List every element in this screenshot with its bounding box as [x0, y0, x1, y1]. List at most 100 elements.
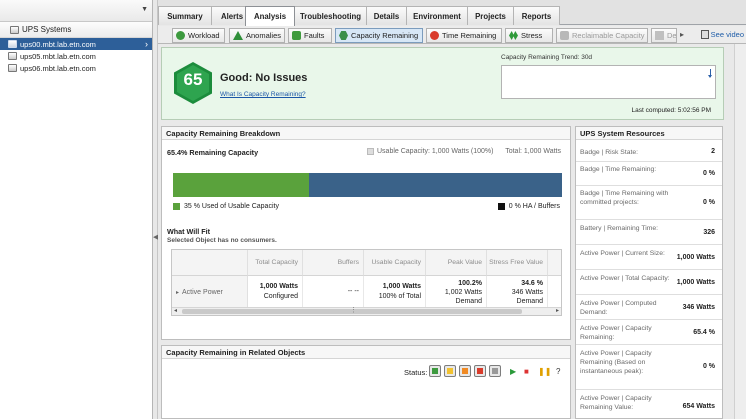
- capacity-hex-icon: [339, 31, 348, 40]
- density-icon: [655, 31, 664, 40]
- capacity-status-title: Good: No Issues: [220, 72, 308, 84]
- tab-projects[interactable]: Projects: [467, 6, 514, 25]
- resource-row: Active Power | Capacity Remaining (Based…: [576, 345, 722, 390]
- col-usable-capacity[interactable]: Usable Capacity: [364, 250, 426, 276]
- ups-system-resources-panel: UPS System Resources Badge | Risk State:…: [575, 126, 723, 419]
- ha-buffers-legend: 0 % HA / Buffers: [497, 203, 560, 210]
- table-header-filler: [548, 250, 561, 276]
- legend-swatch: [367, 148, 374, 155]
- tab-overflow-icon[interactable]: ▸: [680, 30, 684, 39]
- chevron-right-icon: ›: [145, 39, 148, 49]
- what-will-fit-note: Selected Object has no consumers.: [167, 237, 277, 244]
- details-pane: Summary Alerts Analysis Troubleshooting …: [158, 0, 746, 419]
- what-is-capacity-link[interactable]: What Is Capacity Remaining?: [220, 91, 306, 98]
- last-computed-time: Last computed: 5:02:56 PM: [631, 107, 712, 114]
- expand-triangle-icon[interactable]: ▸: [176, 289, 179, 296]
- tree-root-label: UPS Systems: [22, 25, 72, 34]
- capacity-bar-used: [173, 173, 310, 197]
- table-header-blank: [172, 250, 248, 276]
- related-title: Capacity Remaining in Related Objects: [162, 346, 570, 359]
- status-filter-unknown[interactable]: [489, 365, 501, 377]
- subtab-stress[interactable]: Stress: [505, 28, 553, 43]
- resource-row: Active Power | Capacity Remaining: 65.4 …: [576, 320, 722, 345]
- ups-icon: [8, 40, 17, 48]
- main-tab-bar: Summary Alerts Analysis Troubleshooting …: [158, 0, 746, 26]
- table-row-active-power[interactable]: ▸ Active Power: [172, 276, 248, 308]
- tab-summary[interactable]: Summary: [158, 6, 212, 25]
- tab-troubleshooting[interactable]: Troubleshooting: [294, 6, 367, 25]
- tree-item-ups00[interactable]: ups00.mbt.lab.etn.com ›: [0, 38, 152, 50]
- chevron-down-icon[interactable]: ▼: [141, 6, 148, 13]
- main-vertical-scrollbar[interactable]: [734, 44, 746, 419]
- col-peak-value[interactable]: Peak Value: [426, 250, 487, 276]
- tab-analysis[interactable]: Analysis: [245, 6, 295, 26]
- tree-item-label: ups05.mbt.lab.etn.com: [20, 51, 96, 61]
- pause-icon[interactable]: ❚❚: [538, 367, 551, 376]
- status-unknown-icon: [492, 368, 498, 374]
- ups-group-icon: [10, 25, 19, 34]
- status-red-icon: [477, 368, 483, 374]
- subtab-capacity-remaining[interactable]: Capacity Remaining: [335, 28, 423, 43]
- status-green-icon: [432, 368, 438, 374]
- stress-icon: [509, 31, 518, 40]
- cell-peak-value: 100.2% 1,002 Watts Demand: [426, 276, 487, 308]
- status-orange-icon: [462, 368, 468, 374]
- trend-down-arrow-icon: [708, 69, 712, 78]
- resource-row: Active Power | Current Size: 1,000 Watts: [576, 245, 722, 270]
- ups-icon: [8, 52, 17, 60]
- subtab-faults[interactable]: Faults: [288, 28, 332, 43]
- breakdown-title: Capacity Remaining Breakdown: [162, 127, 570, 140]
- subtab-time-remaining[interactable]: Time Remaining: [426, 28, 502, 43]
- resources-title: UPS System Resources: [576, 127, 722, 140]
- analysis-sub-tab-bar: Workload Anomalies Faults Capacity Remai…: [158, 26, 746, 44]
- what-will-fit-table: Total Capacity Buffers Usable Capacity P…: [171, 249, 562, 316]
- reclaim-icon: [560, 31, 569, 40]
- tree-item-ups05[interactable]: ups05.mbt.lab.etn.com: [0, 50, 152, 62]
- cell-usable-capacity: 1,000 Watts 100% of Total: [364, 276, 426, 308]
- tab-reports[interactable]: Reports: [513, 6, 560, 25]
- tree-item-label: ups06.mbt.lab.etn.com: [20, 63, 96, 73]
- col-buffers[interactable]: Buffers: [303, 250, 364, 276]
- scroll-right-icon[interactable]: ▸: [556, 307, 559, 314]
- status-filter-orange[interactable]: [459, 365, 471, 377]
- resource-row: Active Power | Total Capacity: 1,000 Wat…: [576, 270, 722, 295]
- col-total-capacity[interactable]: Total Capacity: [248, 250, 303, 276]
- table-horizontal-scrollbar[interactable]: ◂ ⋮ ▸: [172, 307, 561, 315]
- legend-swatch-ha: [497, 203, 505, 210]
- subtab-anomalies[interactable]: Anomalies: [229, 28, 285, 43]
- tree-root[interactable]: UPS Systems: [0, 22, 152, 38]
- anomaly-triangle-icon: [233, 31, 243, 40]
- legend-swatch-used: [173, 203, 180, 210]
- scroll-left-icon[interactable]: ◂: [174, 307, 177, 314]
- help-icon[interactable]: ?: [556, 367, 560, 376]
- stop-icon[interactable]: ■: [524, 367, 529, 376]
- cell-stress-free-value: 34.6 % 346 Watts Demand: [487, 276, 548, 308]
- subtab-workload[interactable]: Workload: [172, 28, 225, 43]
- resource-row: Active Power | Computed Demand: 346 Watt…: [576, 295, 722, 320]
- usable-capacity-legend: Usable Capacity: 1,000 Watts (100%): [367, 148, 493, 155]
- resource-row: Badge | Risk State: 2: [576, 142, 722, 162]
- status-filter-red[interactable]: [474, 365, 486, 377]
- capacity-badge-score: 65: [183, 70, 203, 89]
- related-objects-panel: Capacity Remaining in Related Objects St…: [161, 345, 571, 419]
- subtab-density[interactable]: De: [651, 28, 677, 43]
- tab-environment[interactable]: Environment: [406, 6, 468, 25]
- col-stress-free-value[interactable]: Stress Free Value: [487, 250, 548, 276]
- tree-header: ▼: [0, 0, 152, 22]
- resource-row: Badge | Time Remaining with committed pr…: [576, 186, 722, 220]
- resource-row: Active Power | Capacity Remaining Value:…: [580, 395, 715, 411]
- remaining-capacity-label: 65.4% Remaining Capacity: [167, 148, 259, 157]
- play-icon[interactable]: ▶: [510, 367, 516, 376]
- trend-label: Capacity Remaining Trend: 30d: [501, 54, 593, 61]
- status-filter-label: Status:: [404, 368, 428, 377]
- status-filter-yellow[interactable]: [444, 365, 456, 377]
- tree-item-ups06[interactable]: ups06.mbt.lab.etn.com: [0, 62, 152, 74]
- resource-row: Battery | Remaining Time: 326: [576, 220, 722, 245]
- ups-icon: [8, 64, 17, 72]
- status-yellow-icon: [447, 368, 453, 374]
- tab-details[interactable]: Details: [366, 6, 407, 25]
- status-filter-green[interactable]: [429, 365, 441, 377]
- subtab-reclaimable-capacity[interactable]: Reclaimable Capacity: [556, 28, 648, 43]
- see-video-link[interactable]: See video: [700, 30, 744, 39]
- total-capacity-label: Total: 1,000 Watts: [505, 148, 561, 155]
